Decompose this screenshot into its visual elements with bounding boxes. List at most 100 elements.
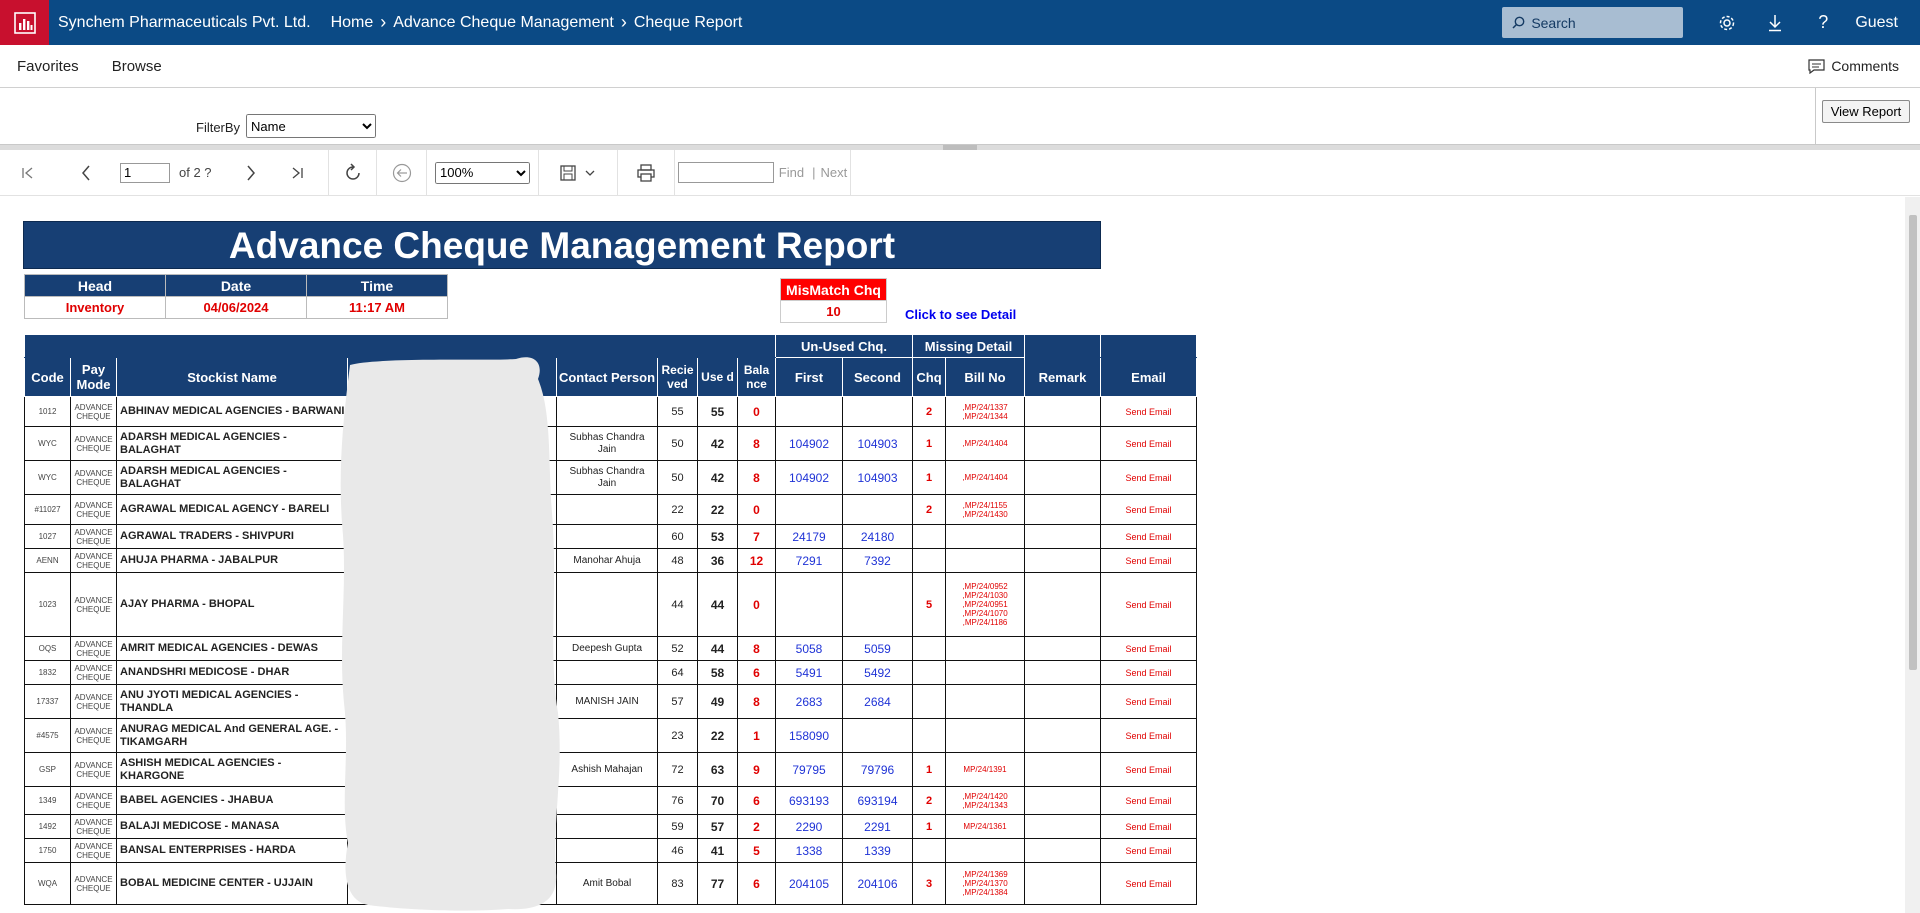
cell-missing-chq: 5 bbox=[912, 572, 946, 637]
send-email-link[interactable]: Send Email bbox=[1100, 636, 1197, 661]
cell-code: 1027 bbox=[24, 524, 71, 549]
cell-contact-person: Subhas Chandra Jain bbox=[556, 426, 658, 461]
send-email-link[interactable]: Send Email bbox=[1100, 718, 1197, 753]
cell-contact-number bbox=[347, 660, 557, 685]
send-email-link[interactable]: Send Email bbox=[1100, 494, 1197, 525]
cell-remark bbox=[1024, 786, 1101, 815]
col-received: Recie ved bbox=[657, 357, 698, 397]
download-icon[interactable] bbox=[1751, 0, 1799, 45]
cell-contact-number bbox=[347, 786, 557, 815]
cell-bill-no bbox=[945, 684, 1025, 719]
cell-second-unused: 24180 bbox=[842, 524, 913, 549]
comments-button[interactable]: Comments bbox=[1808, 58, 1899, 74]
cell-contact-number bbox=[347, 838, 557, 863]
send-email-link[interactable]: Send Email bbox=[1100, 572, 1197, 637]
view-report-button[interactable]: View Report bbox=[1822, 100, 1910, 123]
print-button[interactable] bbox=[618, 150, 674, 196]
send-email-link[interactable]: Send Email bbox=[1100, 660, 1197, 685]
filter-by-label: FilterBy bbox=[196, 120, 241, 135]
org-name[interactable]: Synchem Pharmaceuticals Pvt. Ltd. bbox=[58, 14, 311, 32]
cell-contact-number bbox=[347, 814, 557, 839]
cell-received: 72 bbox=[657, 752, 698, 787]
table-row: AENN ADVANCE CHEQUE AHUJA PHARMA - JABALPU… bbox=[24, 548, 1197, 573]
back-arrow-icon bbox=[392, 163, 411, 182]
cell-code: AENN bbox=[24, 548, 71, 573]
vertical-scrollbar[interactable] bbox=[1905, 197, 1920, 913]
filter-by-select[interactable]: Name bbox=[246, 114, 376, 138]
send-email-link[interactable]: Send Email bbox=[1100, 460, 1197, 495]
cell-bill-no: ,MP/24/1404 bbox=[945, 426, 1025, 461]
cell-remark bbox=[1024, 814, 1101, 839]
cell-remark bbox=[1024, 494, 1101, 525]
next-page-button[interactable] bbox=[236, 150, 266, 196]
cell-contact-person bbox=[556, 494, 658, 525]
cell-pay-mode: ADVANCE CHEQUE bbox=[70, 660, 117, 685]
find-input[interactable] bbox=[677, 162, 774, 183]
send-email-link[interactable]: Send Email bbox=[1100, 396, 1197, 427]
send-email-link[interactable]: Send Email bbox=[1100, 862, 1197, 905]
cell-pay-mode: ADVANCE CHEQUE bbox=[70, 814, 117, 839]
send-email-link[interactable]: Send Email bbox=[1100, 838, 1197, 863]
previous-page-button[interactable] bbox=[56, 150, 116, 196]
divider bbox=[850, 149, 851, 196]
cell-bill-no: ,MP/24/1337 ,MP/24/1344 bbox=[945, 396, 1025, 427]
cell-missing-chq bbox=[912, 548, 946, 573]
time-value: 11:17 AM bbox=[306, 296, 448, 319]
top-bar: Synchem Pharmaceuticals Pvt. Ltd. Home ›… bbox=[0, 0, 1920, 45]
cell-second-unused: 7392 bbox=[842, 548, 913, 573]
breadcrumb-home[interactable]: Home bbox=[331, 14, 374, 32]
chevron-right-icon: › bbox=[380, 12, 387, 32]
user-menu[interactable]: Guest bbox=[1855, 14, 1898, 32]
cell-second-unused: 5059 bbox=[842, 636, 913, 661]
send-email-link[interactable]: Send Email bbox=[1100, 426, 1197, 461]
cell-code: 1832 bbox=[24, 660, 71, 685]
cell-stockist-name: ADARSH MEDICAL AGENCIES - BALAGHAT bbox=[116, 426, 348, 461]
app-logo-icon[interactable] bbox=[0, 0, 49, 45]
first-page-button[interactable] bbox=[0, 150, 56, 196]
cell-code: 1023 bbox=[24, 572, 71, 637]
cell-second-unused bbox=[842, 718, 913, 753]
page-number-input[interactable] bbox=[120, 162, 170, 183]
settings-gear-icon[interactable] bbox=[1703, 0, 1751, 45]
cell-second-unused: 2291 bbox=[842, 814, 913, 839]
scrollbar-thumb[interactable] bbox=[1909, 215, 1917, 670]
cell-used: 22 bbox=[697, 718, 738, 753]
cell-used: 42 bbox=[697, 460, 738, 495]
cell-missing-chq: 3 bbox=[912, 862, 946, 905]
cell-stockist-name: BALAJI MEDICOSE - MANASA bbox=[116, 814, 348, 839]
back-button[interactable] bbox=[377, 150, 426, 196]
cell-pay-mode: ADVANCE CHEQUE bbox=[70, 838, 117, 863]
cell-remark bbox=[1024, 862, 1101, 905]
cell-received: 55 bbox=[657, 396, 698, 427]
cell-second-unused: 104903 bbox=[842, 426, 913, 461]
cell-first-unused: 104902 bbox=[775, 426, 843, 461]
refresh-button[interactable] bbox=[329, 150, 376, 196]
breadcrumb-advance-cheque[interactable]: Advance Cheque Management bbox=[393, 14, 614, 32]
nav-browse[interactable]: Browse bbox=[112, 58, 162, 75]
find-button[interactable]: Find bbox=[779, 165, 804, 180]
cell-received: 52 bbox=[657, 636, 698, 661]
cell-pay-mode: ADVANCE CHEQUE bbox=[70, 572, 117, 637]
cell-pay-mode: ADVANCE CHEQUE bbox=[70, 426, 117, 461]
search-input[interactable]: Search bbox=[1502, 7, 1684, 38]
zoom-select[interactable]: 100% bbox=[435, 161, 530, 184]
find-next-button[interactable]: Next bbox=[820, 165, 847, 180]
send-email-link[interactable]: Send Email bbox=[1100, 524, 1197, 549]
cell-used: 58 bbox=[697, 660, 738, 685]
click-to-see-detail-link[interactable]: Click to see Detail bbox=[905, 307, 1016, 322]
send-email-link[interactable]: Send Email bbox=[1100, 814, 1197, 839]
col-stockist-name: Stockist Name bbox=[116, 357, 348, 397]
cell-received: 48 bbox=[657, 548, 698, 573]
send-email-link[interactable]: Send Email bbox=[1100, 786, 1197, 815]
cell-used: 57 bbox=[697, 814, 738, 839]
nav-favorites[interactable]: Favorites bbox=[17, 58, 79, 75]
help-icon[interactable]: ? bbox=[1799, 0, 1847, 45]
printer-icon bbox=[637, 163, 655, 182]
send-email-link[interactable]: Send Email bbox=[1100, 752, 1197, 787]
send-email-link[interactable]: Send Email bbox=[1100, 548, 1197, 573]
send-email-link[interactable]: Send Email bbox=[1100, 684, 1197, 719]
export-button[interactable] bbox=[539, 150, 617, 196]
header-spacer bbox=[1100, 334, 1197, 358]
cell-bill-no: MP/24/1361 bbox=[945, 814, 1025, 839]
last-page-button[interactable] bbox=[266, 150, 328, 196]
